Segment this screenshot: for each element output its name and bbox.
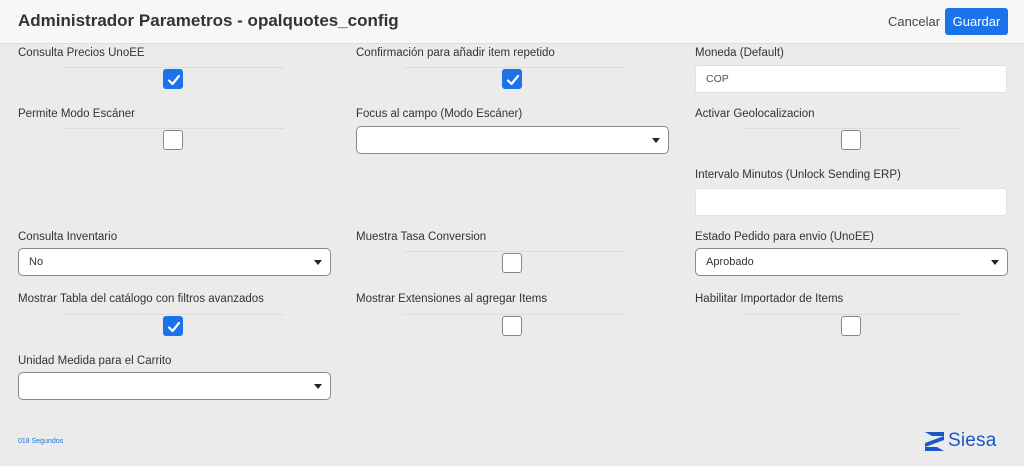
divider (64, 314, 284, 315)
divider (403, 67, 623, 68)
geolocalizacion-group (742, 128, 962, 150)
confirmacion-item-checkbox[interactable] (502, 69, 522, 89)
divider (742, 128, 962, 129)
importador-items-label: Habilitar Importador de Items (695, 293, 844, 305)
chevron-down-icon (314, 384, 322, 389)
modo-escaner-checkbox[interactable] (163, 130, 183, 150)
divider (64, 67, 284, 68)
divider (403, 251, 623, 252)
extensiones-items-label: Mostrar Extensiones al agregar Items (356, 293, 548, 305)
divider (64, 128, 284, 129)
page-title: Administrador Parametros - opalquotes_co… (18, 11, 399, 30)
cancel-button[interactable]: Cancelar (880, 8, 948, 35)
chevron-down-icon (314, 260, 322, 265)
estado-pedido-select[interactable]: Aprobado (695, 248, 1008, 276)
chevron-down-icon (652, 138, 660, 143)
save-button[interactable]: Guardar (945, 8, 1008, 35)
divider (403, 314, 623, 315)
tabla-catalogo-checkbox[interactable] (163, 316, 183, 336)
modo-escaner-group (64, 128, 284, 150)
geolocalizacion-label: Activar Geolocalizacion (695, 108, 815, 120)
estado-pedido-value: Aprobado (706, 256, 754, 268)
importador-items-group (742, 314, 962, 336)
moneda-input[interactable]: COP (695, 65, 1007, 93)
moneda-label: Moneda (Default) (695, 47, 784, 59)
focus-campo-label: Focus al campo (Modo Escáner) (356, 108, 523, 120)
checkmark-icon (167, 321, 181, 333)
confirmacion-item-label: Confirmación para añadir item repetido (356, 47, 555, 59)
importador-items-checkbox[interactable] (841, 316, 861, 336)
consulta-precios-checkbox[interactable] (163, 69, 183, 89)
brand-name: Siesa (948, 430, 997, 451)
tasa-conversion-group (403, 251, 623, 273)
extensiones-items-checkbox[interactable] (502, 316, 522, 336)
checkmark-icon (167, 74, 181, 86)
header-bar: Administrador Parametros - opalquotes_co… (0, 0, 1024, 44)
consulta-inventario-label: Consulta Inventario (18, 231, 118, 243)
intervalo-minutos-label: Intervalo Minutos (Unlock Sending ERP) (695, 169, 901, 181)
load-time-text: 018 Segundos (18, 438, 64, 445)
consulta-precios-label: Consulta Precios UnoEE (18, 47, 145, 59)
tasa-conversion-label: Muestra Tasa Conversion (356, 231, 487, 243)
geolocalizacion-checkbox[interactable] (841, 130, 861, 150)
focus-campo-select[interactable] (356, 126, 669, 154)
confirmacion-item-group (403, 67, 623, 89)
checkmark-icon (506, 74, 520, 86)
unidad-medida-select[interactable] (18, 372, 331, 400)
tabla-catalogo-label: Mostrar Tabla del catálogo con filtros a… (18, 293, 264, 305)
extensiones-items-group (403, 314, 623, 336)
consulta-inventario-value: No (29, 256, 44, 268)
estado-pedido-label: Estado Pedido para envio (UnoEE) (695, 231, 874, 243)
divider (742, 314, 962, 315)
modo-escaner-label: Permite Modo Escáner (18, 108, 135, 120)
tasa-conversion-checkbox[interactable] (502, 253, 522, 273)
tabla-catalogo-group (64, 314, 284, 336)
chevron-down-icon (991, 260, 999, 265)
consulta-inventario-select[interactable]: No (18, 248, 331, 276)
siesa-logo-icon (925, 432, 944, 451)
unidad-medida-label: Unidad Medida para el Carrito (18, 355, 172, 367)
consulta-precios-group (64, 67, 284, 89)
intervalo-minutos-input[interactable] (695, 188, 1007, 216)
